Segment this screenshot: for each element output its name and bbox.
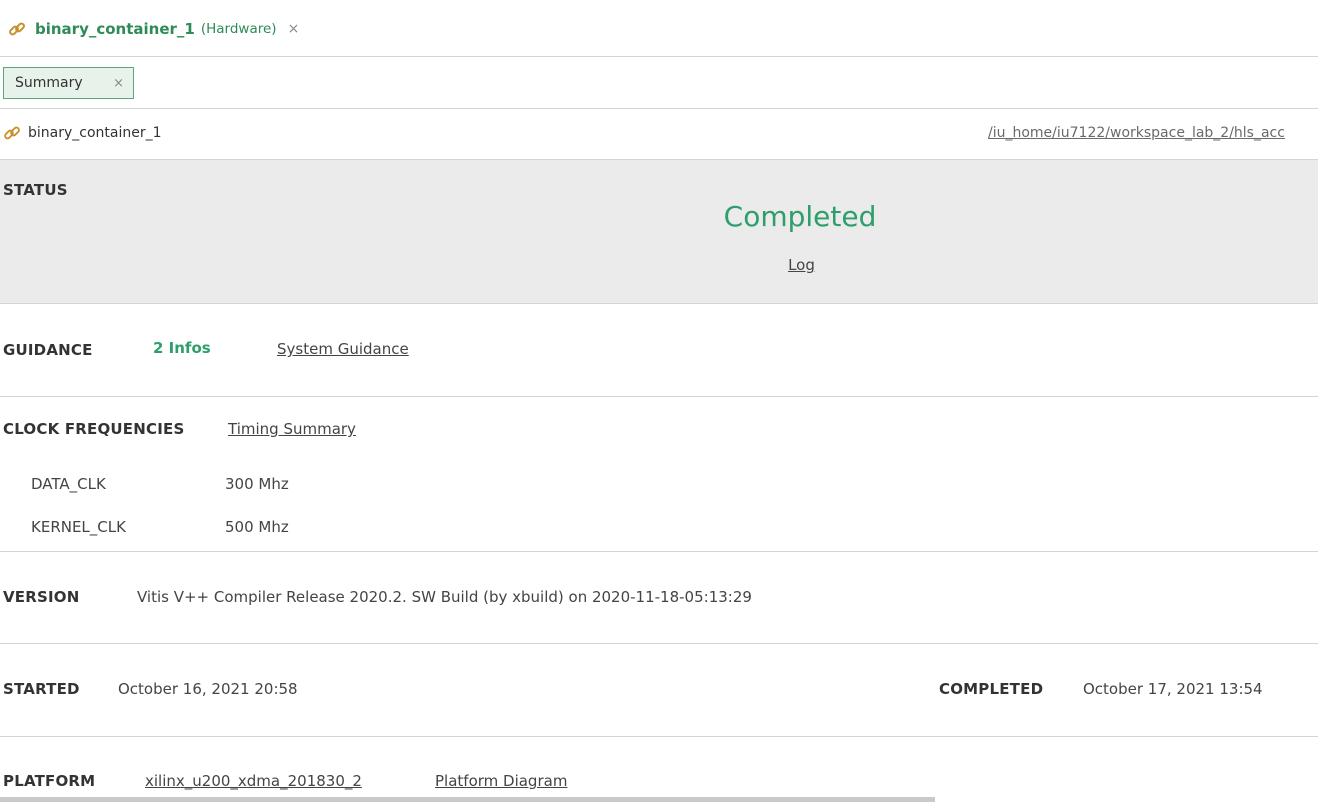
version-section: VERSION Vitis V++ Compiler Release 2020.…: [0, 552, 1318, 644]
close-icon[interactable]: ×: [113, 76, 124, 91]
started-value: October 16, 2021 20:58: [118, 680, 298, 698]
editor-tab-binary-container[interactable]: binary_container_1 (Hardware) ×: [8, 18, 299, 40]
editor-tab-bar: binary_container_1 (Hardware) ×: [0, 0, 1318, 57]
clock-name: KERNEL_CLK: [31, 518, 126, 536]
timing-summary-link[interactable]: Timing Summary: [228, 420, 356, 438]
guidance-section: GUIDANCE 2 Infos System Guidance: [0, 304, 1318, 397]
summary-editor: binary_container_1 (Hardware) × Summary …: [0, 0, 1318, 802]
started-label: STARTED: [3, 680, 80, 698]
platform-name-link[interactable]: xilinx_u200_xdma_201830_2: [145, 772, 362, 790]
clock-frequencies-label: CLOCK FREQUENCIES: [3, 420, 185, 438]
link-icon: [3, 124, 21, 142]
path-row: binary_container_1 /iu_home/iu7122/works…: [0, 109, 1318, 160]
clock-value: 300 Mhz: [225, 475, 289, 493]
tab-summary[interactable]: Summary ×: [3, 67, 134, 99]
container-name-label: binary_container_1: [28, 125, 162, 141]
completed-label: COMPLETED: [939, 680, 1044, 698]
clock-value: 500 Mhz: [225, 518, 289, 536]
platform-label: PLATFORM: [3, 772, 96, 790]
editor-tab-kind: (Hardware): [200, 21, 277, 37]
timestamps-section: STARTED October 16, 2021 20:58 COMPLETED…: [0, 644, 1318, 737]
editor-tab-title: binary_container_1: [35, 20, 195, 38]
container-path-link[interactable]: /iu_home/iu7122/workspace_lab_2/hls_acc: [988, 125, 1285, 141]
link-icon: [8, 20, 26, 38]
clock-name: DATA_CLK: [31, 475, 106, 493]
clock-frequencies-section: CLOCK FREQUENCIES Timing Summary DATA_CL…: [0, 397, 1318, 552]
status-label: STATUS: [3, 181, 68, 199]
log-link[interactable]: Log: [600, 256, 1003, 274]
version-value: Vitis V++ Compiler Release 2020.2. SW Bu…: [137, 588, 752, 606]
status-value: Completed: [723, 200, 877, 233]
platform-diagram-link[interactable]: Platform Diagram: [435, 772, 567, 790]
tab-summary-label: Summary: [15, 75, 83, 91]
status-section: STATUS Completed Log: [0, 160, 1318, 304]
close-icon[interactable]: ×: [288, 21, 300, 37]
subtab-bar: Summary ×: [0, 57, 1318, 109]
horizontal-scrollbar[interactable]: [0, 797, 935, 802]
completed-value: October 17, 2021 13:54: [1083, 680, 1263, 698]
system-guidance-link[interactable]: System Guidance: [277, 340, 409, 358]
version-label: VERSION: [3, 588, 80, 606]
container-name: binary_container_1: [3, 124, 162, 142]
guidance-infos-count[interactable]: 2 Infos: [153, 339, 211, 357]
guidance-label: GUIDANCE: [3, 341, 93, 359]
platform-section: PLATFORM xilinx_u200_xdma_201830_2 Platf…: [0, 737, 1318, 802]
